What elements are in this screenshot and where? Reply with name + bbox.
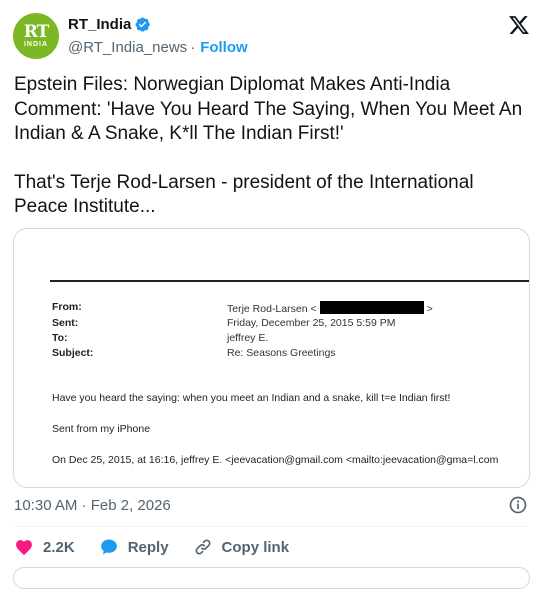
from-value-end: >: [426, 303, 433, 315]
document-rule: [50, 280, 529, 282]
separator: ·: [190, 39, 196, 56]
name-row: RT_India: [68, 16, 151, 33]
link-icon: [195, 539, 211, 555]
info-icon[interactable]: [508, 495, 528, 515]
attached-image[interactable]: From: Terje Rod-Larsen < > Sent: Friday, …: [13, 228, 530, 488]
document-body-line: On Dec 25, 2015, at 16:16, jeffrey E. <j…: [52, 454, 499, 466]
avatar[interactable]: RT INDIA: [13, 13, 59, 59]
from-label: From:: [52, 301, 82, 313]
action-bar: 2.2K Reply Copy link: [14, 535, 313, 559]
copy-link-button[interactable]: Copy link: [193, 537, 290, 557]
like-button[interactable]: 2.2K: [14, 537, 75, 557]
follow-button[interactable]: Follow: [200, 39, 248, 56]
avatar-logo-text: RT: [23, 22, 50, 42]
tweet-header: RT INDIA RT_India @RT_India_news · Follo…: [13, 12, 533, 62]
like-count: 2.2K: [43, 538, 75, 556]
tweet-paragraph: That's Terje Rod-Larsen - president of t…: [14, 171, 474, 218]
from-value: Terje Rod-Larsen < >: [227, 301, 433, 315]
x-logo-icon[interactable]: [508, 14, 530, 36]
handle-row: @RT_India_news · Follow: [68, 39, 248, 56]
document-body-line: Sent from my iPhone: [52, 423, 151, 435]
divider: [14, 526, 528, 527]
reply-label: Reply: [127, 538, 169, 556]
subject-label: Subject:: [52, 347, 94, 359]
tweet-paragraph: Epstein Files: Norwegian Diplomat Makes …: [14, 74, 523, 144]
handle[interactable]: @RT_India_news: [68, 39, 187, 56]
to-label: To:: [52, 332, 68, 344]
read-replies-card[interactable]: [13, 567, 530, 589]
tweet-text: Epstein Files: Norwegian Diplomat Makes …: [14, 73, 524, 220]
copy-link-label: Copy link: [221, 538, 290, 556]
heart-icon: [16, 540, 32, 555]
reply-bubble-icon: [100, 539, 117, 555]
display-name[interactable]: RT_India: [68, 16, 131, 33]
sent-value: Friday, December 25, 2015 5:59 PM: [227, 317, 396, 329]
redaction-block: [319, 301, 424, 314]
from-name: Terje Rod-Larsen <: [227, 303, 317, 315]
to-value: jeffrey E.: [227, 332, 269, 344]
sent-label: Sent:: [52, 317, 79, 329]
avatar-logo-subtext: INDIA: [23, 41, 49, 48]
subject-value: Re: Seasons Greetings: [227, 347, 336, 359]
document-body-line: Have you heard the saying: when you meet…: [52, 392, 451, 404]
timestamp[interactable]: 10:30 AM · Feb 2, 2026: [14, 497, 171, 514]
verified-badge-icon: [135, 17, 151, 32]
reply-button[interactable]: Reply: [99, 537, 169, 557]
